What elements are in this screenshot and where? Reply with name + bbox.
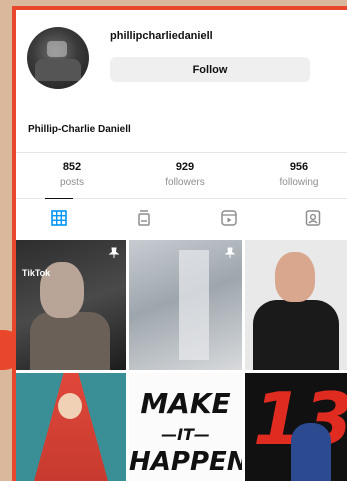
posts-grid: TikTok MAKE —IT— HAPPEN! 13 bbox=[16, 240, 347, 481]
stat-posts-label: posts bbox=[60, 177, 84, 188]
post-thumbnail[interactable] bbox=[245, 240, 347, 370]
post-thumbnail[interactable]: TikTok bbox=[16, 240, 126, 370]
post-thumbnail[interactable]: MAKE —IT— HAPPEN! bbox=[129, 373, 242, 481]
post-text-line: —IT— bbox=[161, 425, 210, 444]
reels-icon bbox=[138, 210, 150, 226]
stat-following[interactable]: 956 following bbox=[259, 161, 339, 188]
post-figure bbox=[30, 312, 110, 370]
grid-icon bbox=[51, 210, 67, 226]
stat-following-value: 956 bbox=[289, 161, 309, 173]
pin-icon bbox=[224, 246, 236, 258]
profile-card: phillipcharliedaniell Follow Phillip-Cha… bbox=[16, 10, 347, 481]
video-icon bbox=[221, 210, 237, 226]
post-figure bbox=[253, 300, 339, 370]
player-figure bbox=[291, 423, 331, 481]
post-text-line: MAKE bbox=[140, 387, 231, 420]
post-face bbox=[275, 252, 315, 302]
stat-followers[interactable]: 929 followers bbox=[145, 161, 225, 188]
avatar-highlight bbox=[47, 41, 67, 57]
profile-tabs bbox=[16, 198, 347, 237]
post-thumbnail[interactable]: 13 bbox=[245, 373, 347, 481]
stat-posts[interactable]: 852 posts bbox=[32, 161, 112, 188]
tab-igtv[interactable] bbox=[104, 199, 184, 237]
stats-bar: 852 posts 929 followers 956 following bbox=[16, 152, 347, 189]
post-thumbnail[interactable] bbox=[16, 373, 126, 481]
avatar[interactable] bbox=[27, 27, 89, 89]
post-blur-shape bbox=[179, 250, 209, 360]
tab-reels[interactable] bbox=[189, 199, 269, 237]
stat-following-label: following bbox=[279, 177, 319, 188]
tiktok-badge: TikTok bbox=[22, 268, 51, 278]
stat-followers-label: followers bbox=[165, 177, 205, 188]
stat-posts-value: 852 bbox=[62, 161, 82, 173]
post-thumbnail[interactable] bbox=[129, 240, 242, 370]
post-text-line: HAPPEN! bbox=[129, 447, 242, 477]
stat-followers-value: 929 bbox=[175, 161, 195, 173]
username: phillipcharliedaniell bbox=[110, 30, 213, 42]
tagged-icon bbox=[305, 210, 321, 226]
tab-posts[interactable] bbox=[19, 198, 99, 237]
pin-icon bbox=[108, 246, 120, 258]
full-name: Phillip-Charlie Daniell bbox=[28, 124, 131, 135]
tab-tagged[interactable] bbox=[273, 199, 347, 237]
poster-figure bbox=[34, 373, 108, 481]
poster-head bbox=[58, 393, 82, 419]
avatar-figure bbox=[35, 59, 81, 81]
follow-button[interactable]: Follow bbox=[110, 57, 310, 82]
